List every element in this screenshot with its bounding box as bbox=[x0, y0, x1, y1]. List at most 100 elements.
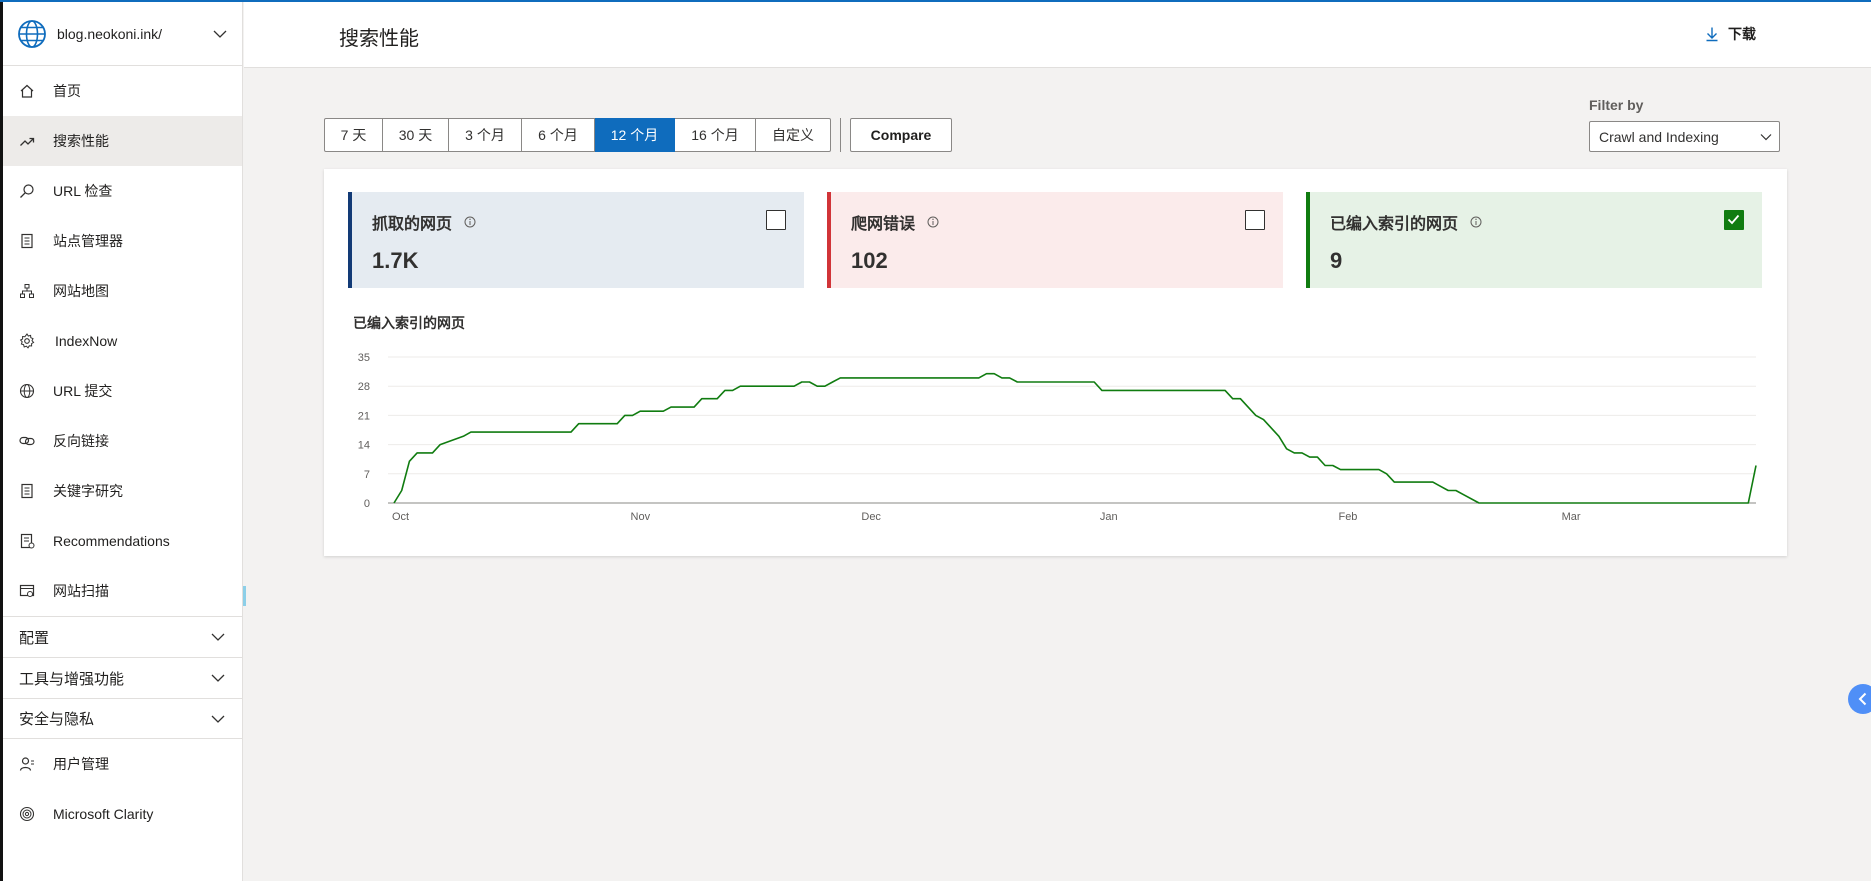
chevron-down-icon bbox=[1760, 133, 1772, 140]
metric-value: 1.7K bbox=[372, 248, 419, 273]
metric-value: 102 bbox=[851, 248, 888, 273]
clarity-icon bbox=[19, 806, 35, 822]
link-icon bbox=[19, 436, 35, 446]
globe-icon bbox=[19, 383, 35, 399]
range-custom[interactable]: 自定义 bbox=[756, 118, 831, 152]
info-icon[interactable] bbox=[464, 216, 476, 228]
metric-title: 已编入索引的网页 bbox=[1330, 210, 1742, 234]
filter-dropdown[interactable]: Crawl and Indexing bbox=[1589, 121, 1780, 152]
nav-item-microsoft-clarity[interactable]: Microsoft Clarity bbox=[3, 789, 242, 839]
nav-item-label: 首页 bbox=[53, 83, 81, 99]
user-icon bbox=[19, 757, 34, 771]
nav-item-backlinks[interactable]: 反向链接 bbox=[3, 416, 242, 466]
metric-title-text: 已编入索引的网页 bbox=[1330, 216, 1459, 233]
nav-item-label: Microsoft Clarity bbox=[53, 806, 154, 822]
y-tick-label: 14 bbox=[358, 440, 370, 452]
chevron-left-icon bbox=[1858, 692, 1867, 706]
trend-icon bbox=[20, 137, 35, 146]
metric-title-text: 爬网错误 bbox=[851, 216, 916, 233]
range-3-months[interactable]: 3 个月 bbox=[449, 118, 522, 152]
nav-item-keyword-research[interactable]: 关键字研究 bbox=[3, 466, 242, 516]
info-icon[interactable] bbox=[927, 216, 939, 228]
metric-value: 9 bbox=[1330, 248, 1343, 273]
site-selector[interactable]: blog.neokoni.ink/ bbox=[3, 2, 242, 66]
x-tick-label: Dec bbox=[861, 511, 881, 523]
info-icon[interactable] bbox=[1470, 216, 1482, 228]
nav-item-label: 网站地图 bbox=[53, 283, 109, 299]
nav-group-label: 安全与隐私 bbox=[19, 711, 95, 728]
metric-checkbox[interactable] bbox=[766, 210, 786, 230]
metric-title: 抓取的网页 bbox=[372, 210, 784, 234]
nav-item-label: 网站扫描 bbox=[53, 583, 109, 599]
metric-card-indexed-pages[interactable]: 已编入索引的网页 9 bbox=[1306, 192, 1762, 288]
filter-value: Crawl and Indexing bbox=[1599, 128, 1719, 145]
y-tick-label: 0 bbox=[364, 498, 370, 510]
globe-icon bbox=[18, 19, 46, 48]
panel-toggle-button[interactable] bbox=[1848, 684, 1871, 714]
range-30-days[interactable]: 30 天 bbox=[383, 118, 449, 152]
nav-item-label: 搜索性能 bbox=[53, 133, 109, 149]
checkmark-icon bbox=[1727, 214, 1740, 225]
nav-item-url-submission[interactable]: URL 提交 bbox=[3, 366, 242, 416]
nav-item-label: 反向链接 bbox=[53, 433, 109, 449]
x-tick-label: Feb bbox=[1338, 511, 1357, 523]
nav-item-search-performance[interactable]: 搜索性能 bbox=[3, 116, 242, 166]
nav-item-label: 站点管理器 bbox=[53, 233, 123, 249]
filter-label: Filter by bbox=[1589, 97, 1644, 113]
nav-group-label: 配置 bbox=[19, 629, 50, 647]
metric-title: 爬网错误 bbox=[851, 210, 1263, 234]
x-tick-label: Nov bbox=[631, 511, 651, 523]
document-icon bbox=[21, 233, 33, 249]
metric-title-text: 抓取的网页 bbox=[372, 216, 453, 233]
date-range-selector: 7 天 30 天 3 个月 6 个月 12 个月 16 个月 自定义 bbox=[324, 118, 831, 152]
nav-item-sitemaps[interactable]: 网站地图 bbox=[3, 266, 242, 316]
download-button[interactable]: 下载 bbox=[1704, 24, 1756, 44]
x-tick-label: Mar bbox=[1562, 511, 1581, 523]
y-tick-label: 21 bbox=[358, 410, 370, 422]
download-icon bbox=[1706, 27, 1718, 42]
compare-button[interactable]: Compare bbox=[850, 118, 952, 152]
sidebar-scrollbar[interactable] bbox=[243, 586, 246, 606]
download-label: 下载 bbox=[1728, 26, 1756, 42]
nav-group-configuration[interactable]: 配置 bbox=[3, 616, 242, 657]
chart-title: 已编入索引的网页 bbox=[353, 315, 465, 331]
nav-item-label: 用户管理 bbox=[53, 756, 109, 772]
nav-item-label: URL 提交 bbox=[53, 383, 113, 399]
x-tick-label: Jan bbox=[1100, 511, 1118, 523]
nav-group-label: 工具与增强功能 bbox=[19, 670, 125, 688]
nav-group-security[interactable]: 安全与隐私 bbox=[3, 698, 242, 739]
y-tick-label: 35 bbox=[358, 352, 370, 364]
chevron-down-icon bbox=[211, 674, 225, 682]
nav-item-site-scan[interactable]: 网站扫描 bbox=[3, 566, 242, 616]
nav-item-url-inspection[interactable]: URL 检查 bbox=[3, 166, 242, 216]
metric-checkbox[interactable] bbox=[1245, 210, 1265, 230]
chevron-down-icon bbox=[211, 715, 225, 723]
metric-card-crawled-pages[interactable]: 抓取的网页 1.7K bbox=[348, 192, 804, 288]
range-12-months[interactable]: 12 个月 bbox=[595, 118, 675, 152]
series-line bbox=[393, 372, 1757, 504]
nav-item-home[interactable]: 首页 bbox=[3, 66, 242, 116]
metric-checkbox[interactable] bbox=[1724, 210, 1744, 230]
nav-item-label: IndexNow bbox=[55, 333, 118, 349]
range-16-months[interactable]: 16 个月 bbox=[675, 118, 756, 152]
y-tick-label: 28 bbox=[358, 381, 370, 393]
y-tick-label: 7 bbox=[364, 469, 370, 481]
home-icon bbox=[20, 84, 34, 98]
range-6-months[interactable]: 6 个月 bbox=[522, 118, 595, 152]
page-title: 搜索性能 bbox=[339, 28, 419, 50]
nav-item-label: 关键字研究 bbox=[53, 483, 123, 499]
nav-group-tools[interactable]: 工具与增强功能 bbox=[3, 657, 242, 698]
nav-item-indexnow[interactable]: IndexNow bbox=[3, 316, 242, 366]
nav-item-label: Recommendations bbox=[53, 533, 170, 549]
site-name: blog.neokoni.ink/ bbox=[57, 25, 163, 42]
nav-item-site-explorer[interactable]: 站点管理器 bbox=[3, 216, 242, 266]
metrics-panel: 抓取的网页 1.7K 爬网错误 102 已编入索引的网页 9 已编入索引的网页 … bbox=[324, 169, 1787, 556]
metric-card-crawl-errors[interactable]: 爬网错误 102 bbox=[827, 192, 1283, 288]
nav-item-user-management[interactable]: 用户管理 bbox=[3, 739, 242, 789]
page-header: 搜索性能 下载 bbox=[244, 2, 1871, 68]
range-7-days[interactable]: 7 天 bbox=[324, 118, 383, 152]
nav-item-recommendations[interactable]: Recommendations bbox=[3, 516, 242, 566]
chevron-down-icon bbox=[213, 30, 227, 38]
x-tick-label: Oct bbox=[392, 511, 409, 523]
indexed-pages-chart[interactable]: 0 7 14 21 28 35 Oct Nov Dec Jan Feb Mar bbox=[324, 339, 1787, 539]
